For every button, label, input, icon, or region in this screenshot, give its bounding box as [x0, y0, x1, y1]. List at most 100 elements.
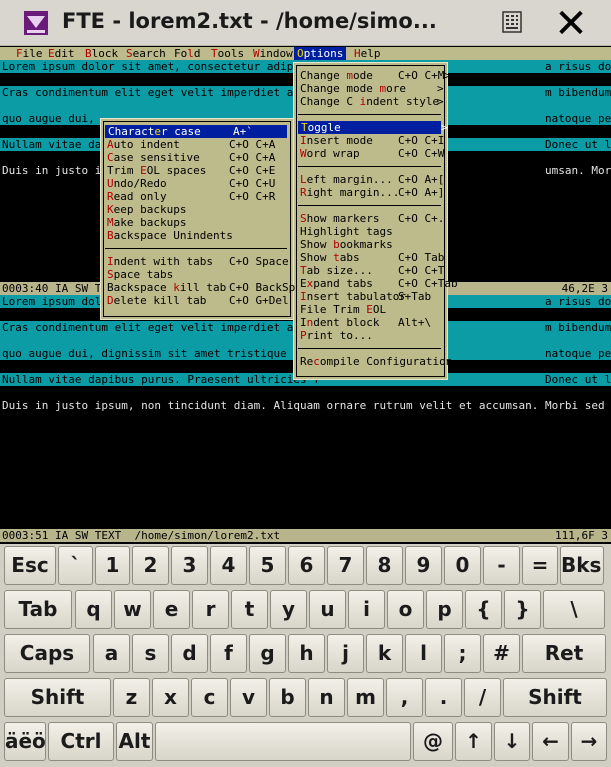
menu-item-auto-indent[interactable]: Auto indent C+O C+A	[101, 138, 293, 151]
key-left[interactable]: ←	[532, 722, 569, 761]
menu-item-backspace-kill-tab[interactable]: Backspace kill tab C+O BackSp	[101, 281, 295, 294]
key-alt[interactable]: Alt	[116, 722, 153, 761]
key-9[interactable]: 9	[405, 546, 442, 585]
key-o[interactable]: o	[387, 590, 424, 629]
key-equals[interactable]: =	[522, 546, 558, 585]
key-f[interactable]: f	[210, 634, 247, 673]
space-key[interactable]	[155, 722, 411, 761]
menu-item-toggle[interactable]: Toggle >	[298, 121, 448, 134]
menu-item-change-c-indent-style[interactable]: Change C indent style >	[294, 95, 447, 108]
menu-item-undo-redo[interactable]: Undo/Redo C+O C+U	[101, 177, 293, 190]
key-backtick[interactable]: `	[58, 546, 93, 585]
key-l[interactable]: l	[405, 634, 442, 673]
key-hash[interactable]: #	[483, 634, 520, 673]
key-comma[interactable]: ,	[386, 678, 423, 717]
key-backslash[interactable]: \	[543, 590, 605, 629]
key-8[interactable]: 8	[366, 546, 403, 585]
menu-item-space-tabs[interactable]: Space tabs	[101, 268, 293, 281]
menu-item-recompile-configuration[interactable]: Recompile Configuration	[294, 355, 452, 368]
key-shift[interactable]: Shift	[503, 678, 607, 717]
key-d[interactable]: d	[171, 634, 208, 673]
key-m[interactable]: m	[347, 678, 384, 717]
key-p[interactable]: p	[426, 590, 463, 629]
menu-item-trim-eol-spaces[interactable]: Trim EOL spaces C+O C+E	[101, 164, 293, 177]
key-q[interactable]: q	[75, 590, 112, 629]
key-w[interactable]: w	[114, 590, 151, 629]
key-2[interactable]: 2	[132, 546, 169, 585]
key-3[interactable]: 3	[171, 546, 208, 585]
key-umlauts[interactable]: äëö	[4, 722, 46, 761]
menu-item-show-markers[interactable]: Show markers C+O C+.	[294, 212, 447, 225]
menu-item-print-to[interactable]: Print to...	[294, 329, 447, 342]
menu-item-word-wrap[interactable]: Word wrap C+O C+W	[294, 147, 447, 160]
key-a[interactable]: a	[93, 634, 130, 673]
menu-item-expand-tabs[interactable]: Expand tabs C+O C+Tab	[294, 277, 458, 290]
menu-tools[interactable]: Tools	[211, 47, 244, 60]
menu-item-character-case[interactable]: Character case A+`	[105, 125, 287, 138]
menu-help[interactable]: Help	[354, 47, 381, 60]
key-b[interactable]: b	[269, 678, 306, 717]
menu-item-file-trim-eol[interactable]: File Trim EOL	[294, 303, 447, 316]
key-u[interactable]: u	[309, 590, 346, 629]
key-e[interactable]: e	[153, 590, 190, 629]
menu-file[interactable]: File	[16, 47, 43, 60]
menu-item-show-bookmarks[interactable]: Show bookmarks	[294, 238, 447, 251]
key-semicolon[interactable]: ;	[444, 634, 481, 673]
key-at[interactable]: @	[413, 722, 453, 761]
keyboard-toggle-icon[interactable]	[500, 10, 524, 34]
key-t[interactable]: t	[231, 590, 268, 629]
key-j[interactable]: j	[327, 634, 364, 673]
key-0[interactable]: 0	[444, 546, 481, 585]
key-n[interactable]: n	[308, 678, 345, 717]
key-7[interactable]: 7	[327, 546, 364, 585]
menu-window[interactable]: Window	[253, 47, 293, 60]
menu-item-tab-size[interactable]: Tab size... C+O C+T	[294, 264, 447, 277]
key-caps[interactable]: Caps	[4, 634, 90, 673]
key-i[interactable]: i	[348, 590, 385, 629]
key-shift[interactable]: Shift	[4, 678, 111, 717]
close-button[interactable]: ✕	[548, 3, 594, 45]
menu-item-change-mode[interactable]: Change mode C+O C+M>	[294, 69, 451, 82]
menu-search[interactable]: Search	[126, 47, 166, 60]
key-y[interactable]: y	[270, 590, 307, 629]
key-1[interactable]: 1	[95, 546, 130, 585]
key-c[interactable]: c	[191, 678, 228, 717]
key-v[interactable]: v	[230, 678, 267, 717]
menu-block[interactable]: Block	[85, 47, 118, 60]
key-k[interactable]: k	[366, 634, 403, 673]
menu-item-left-margin[interactable]: Left margin... C+O A+[	[294, 173, 447, 186]
key-esc[interactable]: Esc	[4, 546, 56, 585]
menu-item-keep-backups[interactable]: Keep backups	[101, 203, 293, 216]
key-slash[interactable]: /	[464, 678, 501, 717]
menu-options[interactable]: Options	[294, 47, 347, 60]
key-bksp[interactable]: Bksp	[560, 546, 604, 585]
key-ctrl[interactable]: Ctrl	[48, 722, 114, 761]
menu-item-indent-with-tabs[interactable]: Indent with tabs C+O Space	[101, 255, 293, 268]
menu-item-show-tabs[interactable]: Show tabs C+O Tab	[294, 251, 447, 264]
menu-fold[interactable]: Fold	[174, 47, 201, 60]
menu-item-highlight-tags[interactable]: Highlight tags	[294, 225, 447, 238]
menu-item-right-margin[interactable]: Right margin... C+O A+]	[294, 186, 447, 199]
key-r[interactable]: r	[192, 590, 229, 629]
menu-item-insert-mode[interactable]: Insert mode C+O C+I	[294, 134, 447, 147]
key-x[interactable]: x	[152, 678, 189, 717]
menu-item-case-sensitive[interactable]: Case sensitive C+O C+A	[101, 151, 293, 164]
menu-item-indent-block[interactable]: Indent block Alt+\	[294, 316, 447, 329]
key-up[interactable]: ↑	[455, 722, 492, 761]
key-right[interactable]: →	[571, 722, 607, 761]
key-minus[interactable]: -	[483, 546, 520, 585]
key-4[interactable]: 4	[210, 546, 247, 585]
key-h[interactable]: h	[288, 634, 325, 673]
key-lbrace[interactable]: {	[465, 590, 502, 629]
menu-item-make-backups[interactable]: Make backups	[101, 216, 293, 229]
key-6[interactable]: 6	[288, 546, 325, 585]
key-ret[interactable]: Ret	[522, 634, 606, 673]
menu-item-backspace-unindents[interactable]: Backspace Unindents	[101, 229, 293, 242]
menu-item-read-only[interactable]: Read only C+O C+R	[101, 190, 293, 203]
key-g[interactable]: g	[249, 634, 286, 673]
menu-item-change-mode-more[interactable]: Change mode more >	[294, 82, 447, 95]
key-tab[interactable]: Tab	[4, 590, 72, 629]
key-down[interactable]: ↓	[494, 722, 530, 761]
key-period[interactable]: .	[425, 678, 462, 717]
menu-item-insert-tabulator[interactable]: Insert tabulator S+Tab	[294, 290, 447, 303]
